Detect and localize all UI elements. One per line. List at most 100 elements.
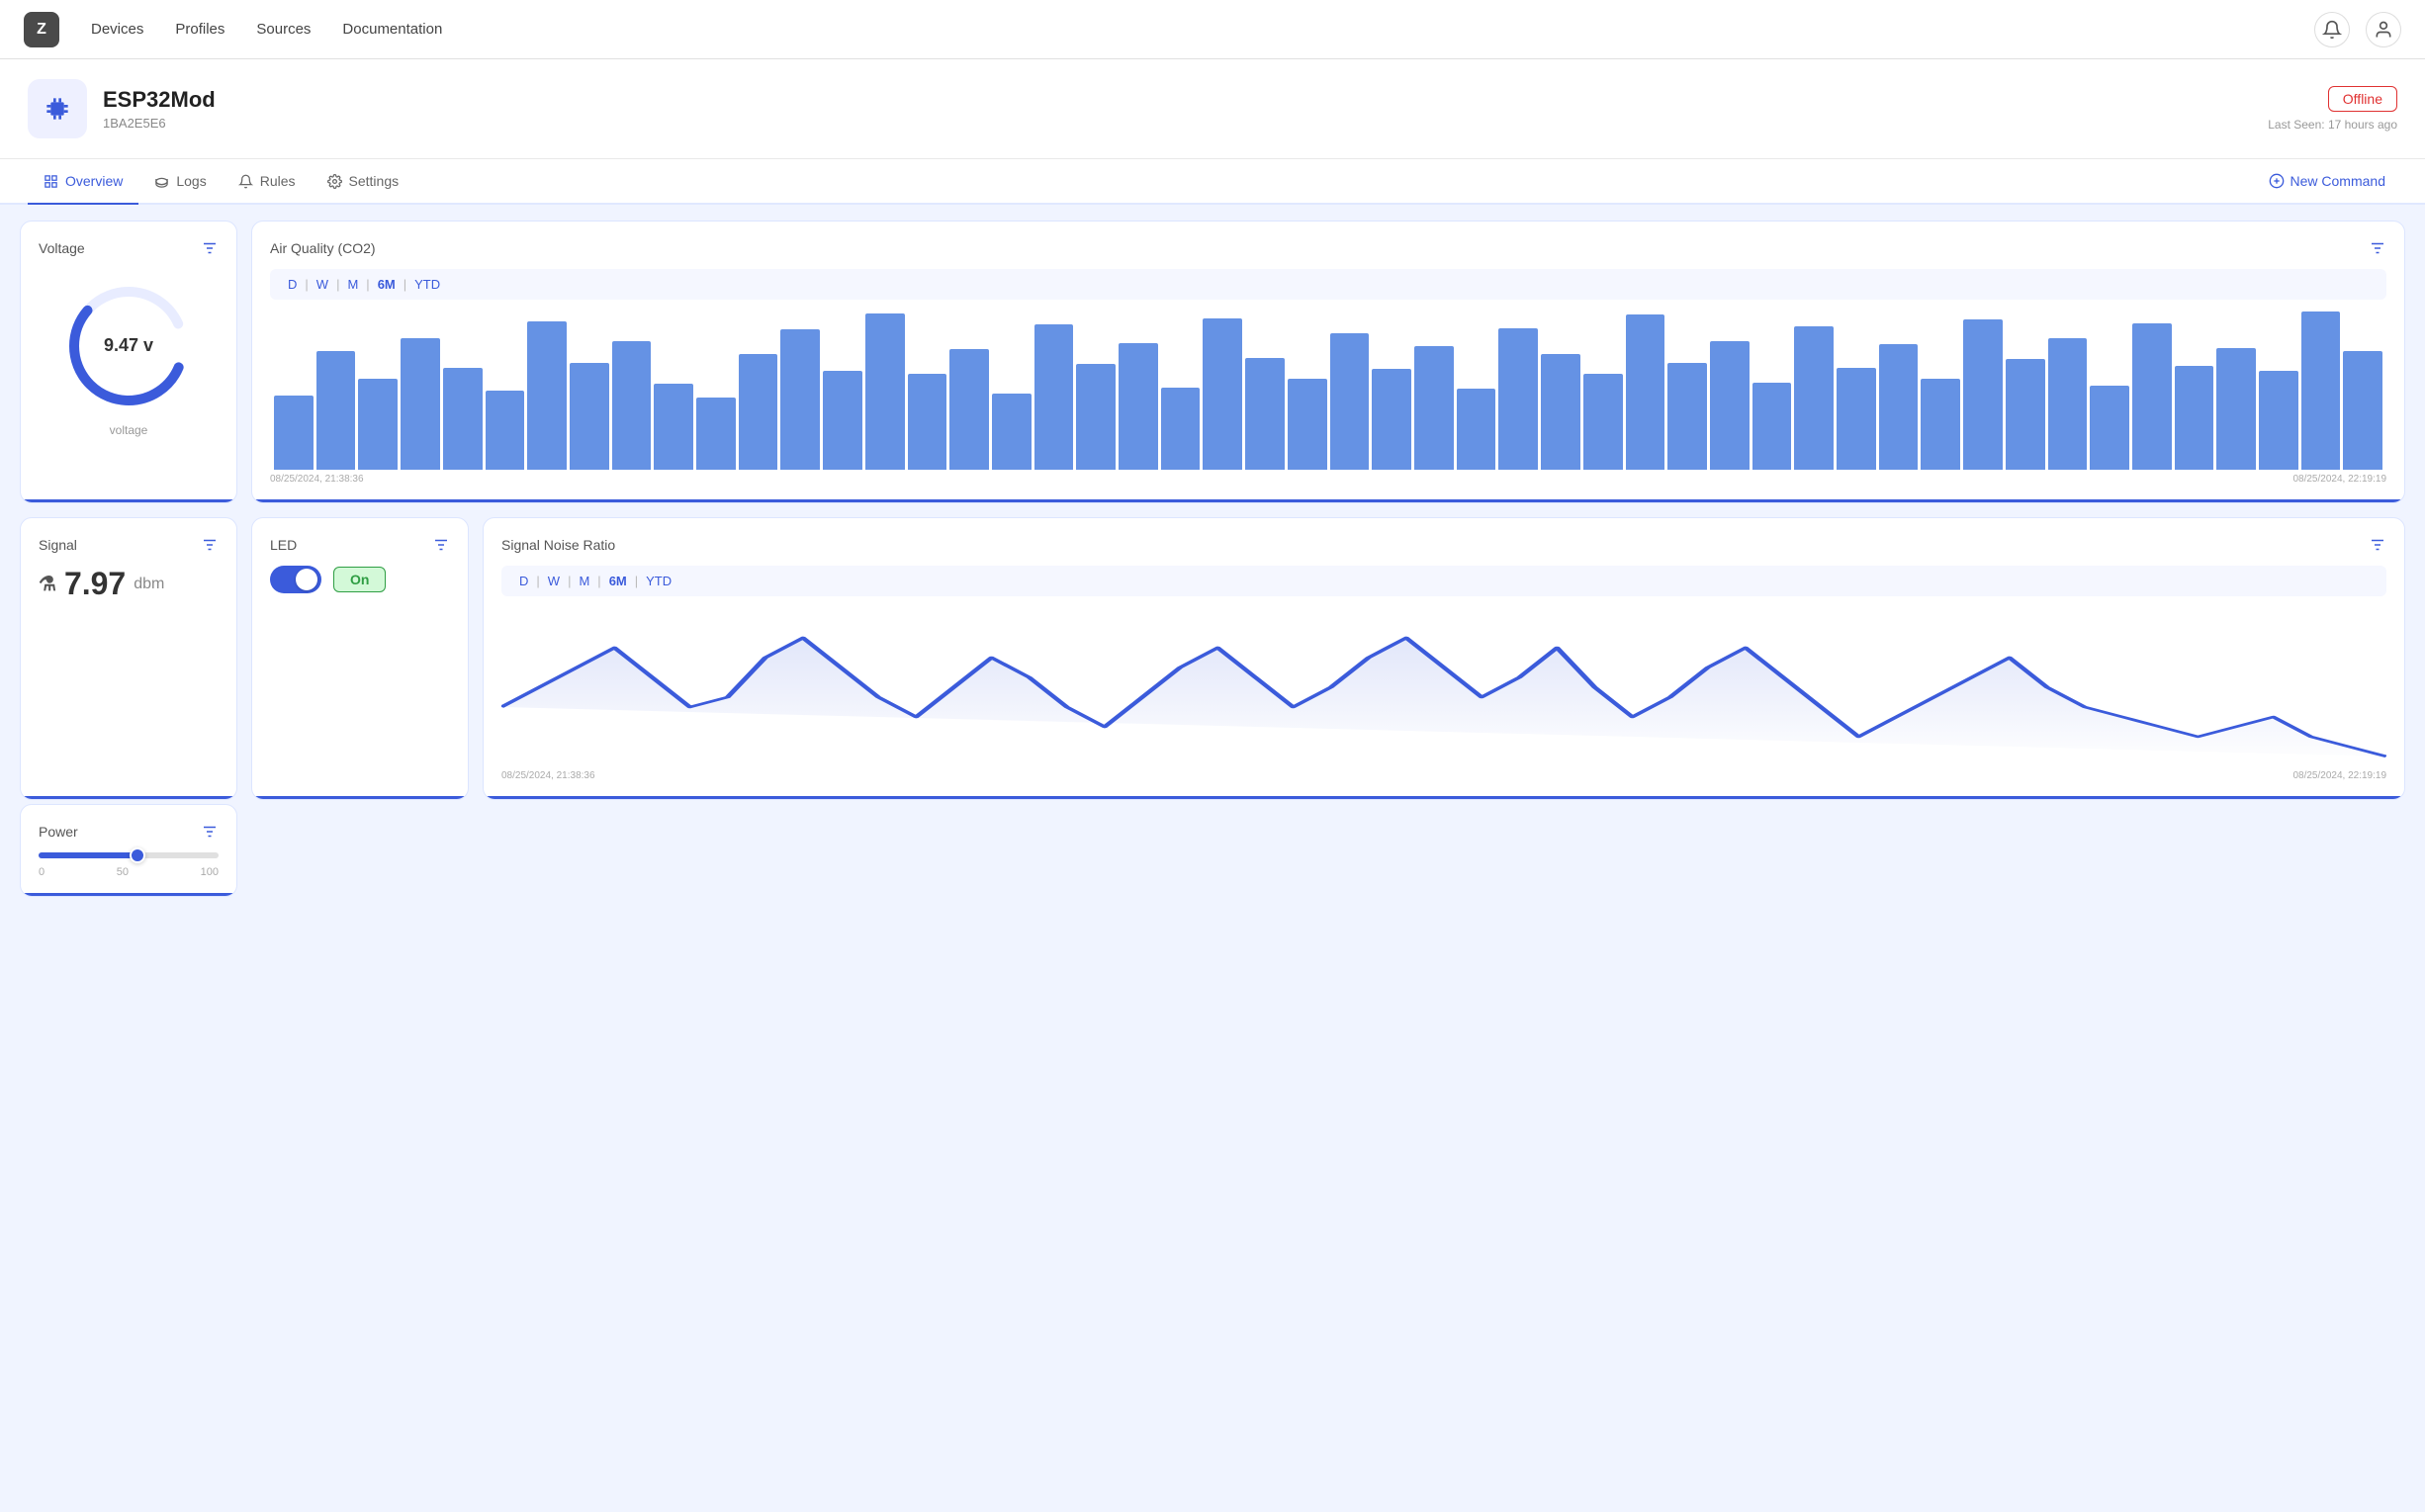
main-content: Voltage 9.47 v voltage Air Quality (CO2) — [0, 205, 2425, 913]
new-command-button[interactable]: New Command — [2257, 165, 2397, 197]
air-quality-title-row: Air Quality (CO2) — [270, 239, 2386, 257]
tab-settings[interactable]: Settings — [312, 159, 415, 205]
tabs-row: Overview Logs Rules Settings — [0, 159, 2425, 205]
air-quality-card: Air Quality (CO2) D | W | M | 6M | YTD 0… — [251, 221, 2405, 503]
tab-overview[interactable]: Overview — [28, 159, 138, 205]
bar — [1330, 333, 1370, 470]
led-filter-icon[interactable] — [432, 536, 450, 554]
device-status-area: Offline Last Seen: 17 hours ago — [2268, 86, 2397, 132]
signal-noise-dates: 08/25/2024, 21:38:36 08/25/2024, 22:19:1… — [501, 770, 2386, 781]
nav-link-sources[interactable]: Sources — [256, 17, 311, 42]
led-content: On — [270, 566, 450, 593]
voltage-title-row: Voltage — [39, 239, 219, 257]
led-title-row: LED — [270, 536, 450, 554]
bar — [1498, 328, 1538, 470]
bar — [1541, 354, 1580, 470]
snr-tf-w[interactable]: W — [542, 572, 566, 590]
signal-card-accent — [21, 796, 236, 799]
nav-link-documentation[interactable]: Documentation — [342, 17, 442, 42]
signal-filter-icon[interactable] — [201, 536, 219, 554]
power-filter-icon[interactable] — [201, 823, 219, 841]
power-slider-thumb[interactable] — [130, 847, 145, 863]
bar — [401, 338, 440, 470]
snr-date-end: 08/25/2024, 22:19:19 — [2292, 770, 2386, 781]
nav-links: Devices Profiles Sources Documentation — [91, 17, 2314, 42]
led-toggle[interactable] — [270, 566, 321, 593]
nav-logo[interactable]: Z — [24, 12, 59, 47]
bar — [1710, 341, 1750, 470]
led-card: LED On — [251, 517, 469, 800]
new-command-icon — [2269, 173, 2285, 189]
tab-rules[interactable]: Rules — [223, 159, 312, 205]
bar — [1583, 374, 1623, 470]
user-profile-button[interactable] — [2366, 12, 2401, 47]
bar — [1837, 368, 1876, 470]
bar — [2132, 323, 2172, 470]
tf-w[interactable]: W — [311, 275, 334, 294]
nav-link-profiles[interactable]: Profiles — [175, 17, 225, 42]
power-mid: 50 — [117, 866, 129, 878]
power-slider-labels: 0 50 100 — [39, 866, 219, 878]
bar — [1161, 388, 1201, 470]
bottom-row: Signal ⚗ 7.97 dbm LED — [20, 517, 2405, 800]
bar — [2301, 311, 2341, 470]
tab-logs[interactable]: Logs — [138, 159, 222, 205]
bar — [2048, 338, 2088, 470]
signal-noise-filter-icon[interactable] — [2369, 536, 2386, 554]
power-title-row: Power — [39, 823, 219, 841]
signal-noise-title-row: Signal Noise Ratio — [501, 536, 2386, 554]
led-title: LED — [270, 537, 297, 553]
nav-icons — [2314, 12, 2401, 47]
bar — [1076, 364, 1116, 470]
tabs-left: Overview Logs Rules Settings — [28, 159, 414, 203]
signal-unit: dbm — [134, 576, 164, 593]
tf-ytd[interactable]: YTD — [408, 275, 446, 294]
user-icon — [2374, 20, 2393, 40]
bar — [612, 341, 652, 470]
voltage-card: Voltage 9.47 v voltage — [20, 221, 237, 503]
bar — [949, 349, 989, 470]
bar — [1667, 363, 1707, 470]
tf-m[interactable]: M — [341, 275, 364, 294]
tf-d[interactable]: D — [282, 275, 303, 294]
bar — [908, 374, 947, 470]
snr-tf-ytd[interactable]: YTD — [640, 572, 677, 590]
voltage-filter-icon[interactable] — [201, 239, 219, 257]
bar — [1457, 389, 1496, 470]
gauge-value-text: 9.47 v — [104, 335, 153, 355]
bar — [1794, 326, 1834, 470]
device-icon — [28, 79, 87, 138]
bar — [1963, 319, 2003, 470]
bar — [1752, 383, 1792, 470]
device-text-info: ESP32Mod 1BA2E5E6 — [103, 87, 216, 131]
bar — [1288, 379, 1327, 470]
bar — [1203, 318, 1242, 470]
last-seen: Last Seen: 17 hours ago — [2268, 118, 2397, 132]
snr-tf-d[interactable]: D — [513, 572, 534, 590]
notifications-button[interactable] — [2314, 12, 2350, 47]
logs-icon — [154, 174, 169, 189]
bar — [2259, 371, 2298, 470]
power-title: Power — [39, 824, 78, 840]
nav-link-devices[interactable]: Devices — [91, 17, 143, 42]
power-slider-track — [39, 852, 219, 858]
gauge-svg: 9.47 v — [59, 277, 198, 415]
snr-tf-m[interactable]: M — [573, 572, 595, 590]
signal-value: 7.97 — [64, 566, 126, 602]
snr-tf-6m[interactable]: 6M — [603, 572, 633, 590]
device-info: ESP32Mod 1BA2E5E6 — [28, 79, 216, 138]
bar — [1879, 344, 1919, 470]
bar — [358, 379, 398, 470]
power-slider-fill — [39, 852, 137, 858]
tf-6m[interactable]: 6M — [372, 275, 402, 294]
bar — [696, 398, 736, 470]
air-quality-date-start: 08/25/2024, 21:38:36 — [270, 474, 364, 485]
voltage-title: Voltage — [39, 240, 85, 256]
bar — [1626, 314, 1665, 470]
air-quality-filter-icon[interactable] — [2369, 239, 2386, 257]
settings-icon — [327, 174, 342, 189]
bar — [1245, 358, 1285, 470]
bar — [654, 384, 693, 470]
air-quality-title: Air Quality (CO2) — [270, 240, 376, 256]
air-quality-card-accent — [252, 499, 2404, 502]
